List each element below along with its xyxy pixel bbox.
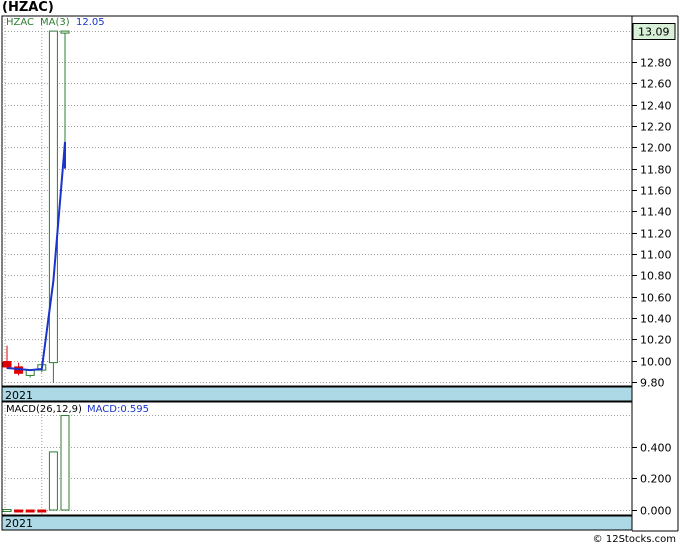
- price-tick-label: 12.00: [640, 142, 672, 155]
- macd-year-band: [1, 515, 633, 531]
- price-tick-label: 10.40: [640, 313, 672, 326]
- chart-svg: 12.80 12.60 12.40 12.20 12.00 11.80 11.60 11.40…: [1, 15, 679, 532]
- price-tick-label: 12.20: [640, 121, 672, 134]
- price-tick-label: 11.60: [640, 185, 672, 198]
- price-tick-label: 11.80: [640, 164, 672, 177]
- price-tick-label: 12.60: [640, 78, 672, 91]
- macd-bar-up: [60, 415, 70, 511]
- copyright-text: © 12Stocks.com: [592, 534, 676, 545]
- price-tick-label: 12.40: [640, 100, 672, 113]
- macd-tick-label: 0.400: [640, 442, 672, 455]
- price-year-label: 2021: [5, 389, 33, 402]
- price-tick-label: 10.00: [640, 356, 672, 369]
- candle-body-up: [48, 30, 58, 364]
- price-tick-label: 11.00: [640, 249, 672, 262]
- macd-bar-down: [37, 509, 47, 513]
- macd-panel-frame: [1, 401, 633, 516]
- ma-label: MA(3): [40, 17, 70, 28]
- price-tick-label: 9.80: [640, 377, 665, 390]
- ma-value-label: 12.05: [76, 17, 105, 28]
- price-panel-frame: [1, 15, 633, 387]
- macd-value-label: MACD:0.595: [87, 404, 149, 415]
- macd-label: MACD(26,12,9): [6, 404, 82, 415]
- price-year-band: [1, 386, 633, 402]
- chart-stage: (HZAC) 12.80 12.60 12.40 12.20 12.00 11.80 11.…: [0, 0, 680, 546]
- macd-year-label: 2021: [5, 517, 33, 530]
- price-tick-label: 11.40: [640, 206, 672, 219]
- macd-tick-label: 0.000: [640, 505, 672, 518]
- last-price-value: 13.09: [638, 26, 670, 39]
- ticker-label: HZAC: [6, 17, 34, 28]
- macd-bar-up: [48, 451, 58, 511]
- price-tick-label: 10.20: [640, 334, 672, 347]
- price-tick-label: 10.80: [640, 270, 672, 283]
- price-tick-label: 10.60: [640, 292, 672, 305]
- candle-body-down: [2, 361, 12, 368]
- price-tick-label: 12.80: [640, 57, 672, 70]
- macd-bar-down: [14, 509, 24, 513]
- macd-bar-up: [2, 509, 12, 513]
- candle-body-up: [60, 30, 70, 34]
- price-tick-label: 11.20: [640, 228, 672, 241]
- macd-tick-label: 0.200: [640, 473, 672, 486]
- macd-bar-down: [25, 509, 35, 513]
